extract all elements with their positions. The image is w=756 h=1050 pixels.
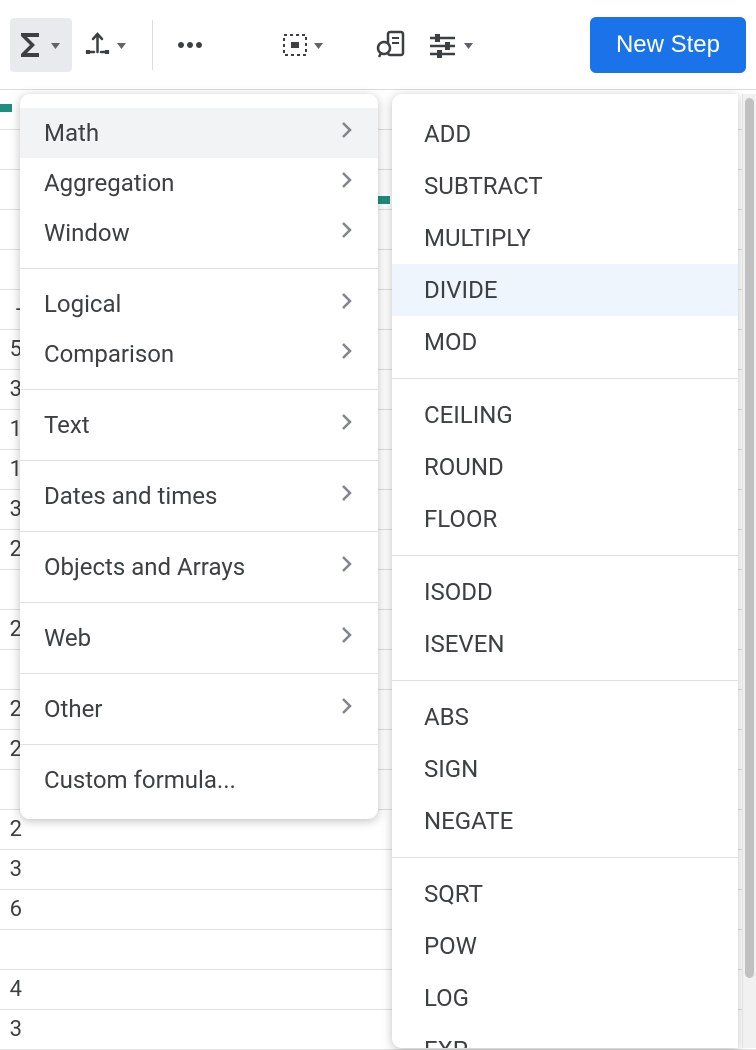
menu-item-dates-and-times[interactable]: Dates and times: [20, 471, 378, 521]
menu-item-label: Logical: [44, 290, 121, 318]
function-divide[interactable]: DIVIDE: [392, 264, 738, 316]
more-button[interactable]: [167, 18, 213, 72]
function-round[interactable]: ROUND: [392, 441, 738, 493]
menu-item-other[interactable]: Other: [20, 684, 378, 734]
cell: 2: [0, 817, 24, 842]
submenu-separator: [392, 378, 738, 379]
menu-item-label: Comparison: [44, 340, 174, 368]
chevron-right-icon: [340, 290, 354, 318]
submenu-separator: [392, 857, 738, 858]
function-log[interactable]: LOG: [392, 972, 738, 1024]
cell: 6: [0, 897, 24, 922]
settings-dropdown[interactable]: [419, 18, 485, 72]
function-floor[interactable]: FLOOR: [392, 493, 738, 545]
menu-item-label: Web: [44, 624, 91, 652]
menu-item-label: Dates and times: [44, 482, 217, 510]
toolbar: New Step: [0, 0, 756, 90]
menu-item-logical[interactable]: Logical: [20, 279, 378, 329]
menu-item-web[interactable]: Web: [20, 613, 378, 663]
chevron-right-icon: [340, 553, 354, 581]
submenu-scrollbar-thumb[interactable]: [745, 98, 754, 978]
chevron-right-icon: [340, 695, 354, 723]
cell: 3: [0, 1017, 24, 1042]
chevron-right-icon: [340, 119, 354, 147]
submenu-separator: [392, 555, 738, 556]
formula-category-menu: Math Aggregation Window Logical Comparison Te…: [20, 94, 378, 819]
function-subtract[interactable]: SUBTRACT: [392, 160, 738, 212]
menu-item-aggregation[interactable]: Aggregation: [20, 158, 378, 208]
menu-separator: [20, 531, 378, 532]
merge-dropdown[interactable]: [76, 18, 138, 72]
toolbar-divider: [152, 20, 153, 70]
menu-item-label: Objects and Arrays: [44, 553, 245, 581]
math-functions-submenu: ADDSUBTRACTMULTIPLYDIVIDEMOD CEILINGROUND…: [392, 94, 738, 1048]
menu-separator: [20, 389, 378, 390]
menu-item-objects-and-arrays[interactable]: Objects and Arrays: [20, 542, 378, 592]
submenu-scrollbar[interactable]: [742, 94, 756, 1048]
function-sqrt[interactable]: SQRT: [392, 868, 738, 920]
column-highlight-right: [376, 196, 390, 204]
menu-separator: [20, 460, 378, 461]
menu-item-label: Aggregation: [44, 169, 174, 197]
chevron-right-icon: [340, 169, 354, 197]
cell: 4: [0, 977, 24, 1002]
function-isodd[interactable]: ISODD: [392, 566, 738, 618]
menu-separator: [20, 744, 378, 745]
function-pow[interactable]: POW: [392, 920, 738, 972]
find-button[interactable]: [367, 18, 415, 72]
chevron-right-icon: [340, 482, 354, 510]
function-exp[interactable]: EXP: [392, 1024, 738, 1048]
menu-item-label: Text: [44, 411, 90, 439]
sigma-dropdown[interactable]: [10, 18, 72, 72]
cell: 3: [0, 857, 24, 882]
submenu-separator: [392, 680, 738, 681]
new-step-button[interactable]: New Step: [590, 17, 746, 73]
menu-separator: [20, 673, 378, 674]
menu-item-label: Custom formula...: [44, 766, 236, 794]
menu-item-label: Math: [44, 119, 99, 147]
function-negate[interactable]: NEGATE: [392, 795, 738, 847]
menu-separator: [20, 268, 378, 269]
menu-item-window[interactable]: Window: [20, 208, 378, 258]
menu-item-label: Window: [44, 219, 130, 247]
menu-item-label: Other: [44, 695, 102, 723]
menu-separator: [20, 602, 378, 603]
function-multiply[interactable]: MULTIPLY: [392, 212, 738, 264]
menu-item-text[interactable]: Text: [20, 400, 378, 450]
chevron-right-icon: [340, 411, 354, 439]
function-ceiling[interactable]: CEILING: [392, 389, 738, 441]
function-add[interactable]: ADD: [392, 108, 738, 160]
function-abs[interactable]: ABS: [392, 691, 738, 743]
menu-item-math[interactable]: Math: [20, 108, 378, 158]
chevron-right-icon: [340, 340, 354, 368]
column-highlight-left: [0, 104, 12, 112]
selection-dropdown[interactable]: [273, 18, 335, 72]
chevron-right-icon: [340, 624, 354, 652]
menu-item-comparison[interactable]: Comparison: [20, 329, 378, 379]
menu-item-custom-formula-[interactable]: Custom formula...: [20, 755, 378, 805]
function-iseven[interactable]: ISEVEN: [392, 618, 738, 670]
chevron-right-icon: [340, 219, 354, 247]
function-mod[interactable]: MOD: [392, 316, 738, 368]
function-sign[interactable]: SIGN: [392, 743, 738, 795]
